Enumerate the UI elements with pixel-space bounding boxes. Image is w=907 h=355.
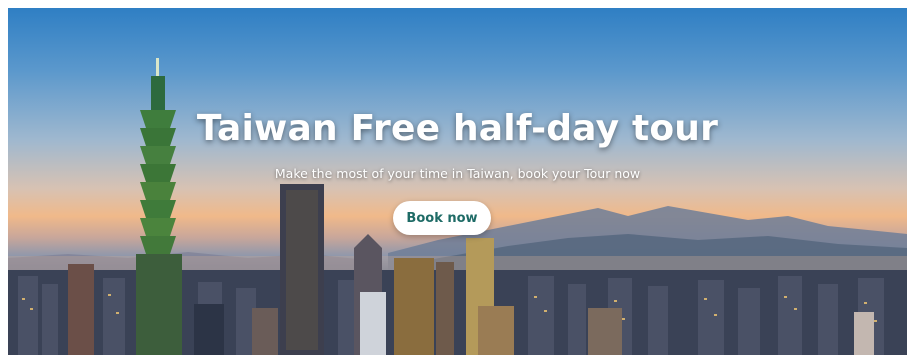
hero-banner: Taiwan Free half-day tour Make the most … [8,8,907,355]
book-now-button[interactable]: Book now [393,201,491,235]
hero-subtitle: Make the most of your time in Taiwan, bo… [274,166,641,181]
hero-title: Taiwan Free half-day tour [196,108,719,149]
hero-content: Taiwan Free half-day tour Make the most … [8,8,907,355]
